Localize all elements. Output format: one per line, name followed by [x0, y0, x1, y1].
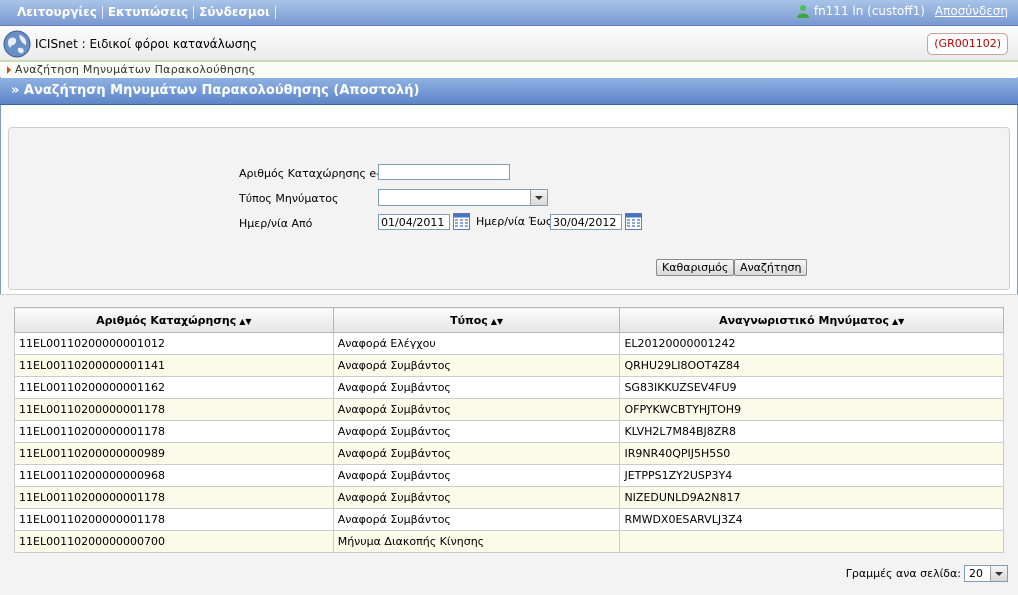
user-area: fn111 ln (custoff1) Αποσύνδεση: [796, 4, 1008, 18]
chevron-down-icon[interactable]: [530, 190, 547, 205]
cell-message-id: KLVH2L7M84BJ8ZR8: [619, 420, 1004, 443]
cell-type: Αναφορά Συμβάντος: [332, 486, 621, 509]
menu-bar: Λειτουργίες Εκτυπώσεις Σύνδεσμοι fn111 l…: [0, 0, 1018, 26]
cell-type: Αναφορά Συμβάντος: [332, 354, 621, 377]
app-bar: ICISnet : Ειδικοί φόροι κατανάλωσης (GR0…: [0, 26, 1018, 62]
rows-per-page: Γραμμές ανα σελίδα: 20: [846, 565, 1008, 582]
table-row[interactable]: 11EL00110200000000989 Αναφορά Συμβάντος IR…: [14, 442, 1004, 465]
table-row[interactable]: 11EL00110200000001178 Αναφορά Συμβάντος KL…: [14, 420, 1004, 443]
breadcrumb-arrow-icon: [7, 66, 11, 74]
sort-icon: ▲▼: [490, 316, 504, 326]
cell-message-id: JETPPS1ZY2USP3Y4: [619, 464, 1004, 487]
page-title: » Αναζήτηση Μηνυμάτων Παρακολούθησης (Απ…: [11, 83, 420, 98]
table-row[interactable]: 11EL00110200000000968 Αναφορά Συμβάντος JE…: [14, 464, 1004, 487]
cell-registration: 11EL00110200000001178: [14, 398, 334, 421]
cell-registration: 11EL00110200000001178: [14, 508, 334, 531]
sort-icon: ▲▼: [891, 316, 905, 326]
globe-logo-icon: [3, 30, 31, 58]
date-from-label: Ημερ/νία Από: [239, 217, 313, 230]
menu-separator: [274, 6, 276, 19]
cell-registration: 11EL00110200000000989: [14, 442, 334, 465]
column-header-type[interactable]: Τύπος ▲▼: [332, 307, 621, 333]
chevron-down-icon[interactable]: [990, 566, 1007, 581]
table-row[interactable]: 11EL00110200000001178 Αναφορά Συμβάντος NI…: [14, 486, 1004, 509]
table-row[interactable]: 11EL00110200000001141 Αναφορά Συμβάντος QR…: [14, 354, 1004, 377]
cell-registration: 11EL00110200000000968: [14, 464, 334, 487]
page-header: » Αναζήτηση Μηνυμάτων Παρακολούθησης (Απ…: [0, 78, 1018, 105]
cell-type: Αναφορά Συμβάντος: [332, 420, 621, 443]
calendar-icon[interactable]: [625, 213, 642, 230]
table-row[interactable]: 11EL00110200000001178 Αναφορά Συμβάντος RM…: [14, 508, 1004, 531]
menu-item-links[interactable]: Σύνδεσμοι: [194, 5, 275, 19]
clear-button[interactable]: Καθαρισμός: [656, 259, 735, 276]
search-button[interactable]: Αναζήτηση: [734, 259, 808, 276]
cell-type: Αναφορά Ελέγχου: [332, 332, 621, 355]
user-icon: [796, 5, 809, 18]
user-name: fn111 ln (custoff1): [813, 4, 925, 18]
cell-message-id: SG83IKKUZSEV4FU9: [619, 376, 1004, 399]
rows-per-page-value: 20: [969, 567, 983, 580]
date-from-input[interactable]: [378, 214, 450, 230]
cell-message-id: [619, 530, 1004, 553]
date-to-label: Ημερ/νία Έως: [476, 215, 553, 228]
column-header-message-id[interactable]: Αναγνωριστικό Μηνύματος ▲▼: [619, 307, 1004, 333]
message-type-label: Τύπος Μηνύματος: [239, 192, 339, 205]
rows-per-page-select[interactable]: 20: [964, 565, 1008, 582]
table-row[interactable]: 11EL00110200000000700 Μήνυμα Διακοπής Κίν…: [14, 530, 1004, 553]
cell-message-id: OFPYKWCBTYHJTOH9: [619, 398, 1004, 421]
registration-number-input[interactable]: [378, 164, 510, 180]
message-type-select[interactable]: [378, 189, 548, 206]
cell-registration: 11EL00110200000001178: [14, 420, 334, 443]
cell-registration: 11EL00110200000000700: [14, 530, 334, 553]
menu-items: Λειτουργίες Εκτυπώσεις Σύνδεσμοι: [12, 5, 276, 19]
sort-icon: ▲▼: [239, 316, 252, 326]
cell-registration: 11EL00110200000001141: [14, 354, 334, 377]
office-code-badge: (GR001102): [927, 33, 1008, 55]
logout-link[interactable]: Αποσύνδεση: [935, 4, 1008, 18]
calendar-icon[interactable]: [453, 213, 470, 230]
menu-item-functions[interactable]: Λειτουργίες: [12, 5, 102, 19]
breadcrumb-text[interactable]: Αναζήτηση Μηνυμάτων Παρακολούθησης: [15, 63, 255, 76]
column-header-registration[interactable]: Αριθμός Καταχώρησης ▲▼: [14, 307, 334, 333]
cell-type: Αναφορά Συμβάντος: [332, 464, 621, 487]
cell-message-id: IR9NR40QPIJ5H5S0: [619, 442, 1004, 465]
cell-registration: 11EL00110200000001162: [14, 376, 334, 399]
table-row[interactable]: 11EL00110200000001178 Αναφορά Συμβάντος OF…: [14, 398, 1004, 421]
breadcrumb: Αναζήτηση Μηνυμάτων Παρακολούθησης: [0, 62, 1018, 77]
cell-message-id: NIZEDUNLD9A2N817: [619, 486, 1004, 509]
menu-item-prints[interactable]: Εκτυπώσεις: [103, 5, 193, 19]
cell-registration: 11EL00110200000001178: [14, 486, 334, 509]
app-title: ICISnet : Ειδικοί φόροι κατανάλωσης: [35, 37, 257, 51]
rows-per-page-label: Γραμμές ανα σελίδα:: [845, 567, 961, 580]
cell-message-id: RMWDX0ESARVLJ3Z4: [619, 508, 1004, 531]
table-row[interactable]: 11EL00110200000001012 Αναφορά Ελέγχου EL20…: [14, 332, 1004, 355]
date-to-input[interactable]: [550, 214, 622, 230]
cell-type: Αναφορά Συμβάντος: [332, 442, 621, 465]
cell-type: Αναφορά Συμβάντος: [332, 508, 621, 531]
cell-message-id: QRHU29LI8OOT4Z84: [619, 354, 1004, 377]
search-panel: [8, 127, 1010, 290]
cell-type: Αναφορά Συμβάντος: [332, 376, 621, 399]
cell-message-id: EL20120000001242: [619, 332, 1004, 355]
registration-number-label: Αριθμός Καταχώρησης e-ΔΕ: [239, 167, 395, 180]
results-table: Αριθμός Καταχώρησης ▲▼ Τύπος ▲▼ Αναγνωριστ…: [14, 307, 1004, 553]
table-row[interactable]: 11EL00110200000001162 Αναφορά Συμβάντος SG…: [14, 376, 1004, 399]
cell-type: Μήνυμα Διακοπής Κίνησης: [332, 530, 621, 553]
table-header-row: Αριθμός Καταχώρησης ▲▼ Τύπος ▲▼ Αναγνωριστ…: [14, 307, 1004, 333]
cell-type: Αναφορά Συμβάντος: [332, 398, 621, 421]
cell-registration: 11EL00110200000001012: [14, 332, 334, 355]
